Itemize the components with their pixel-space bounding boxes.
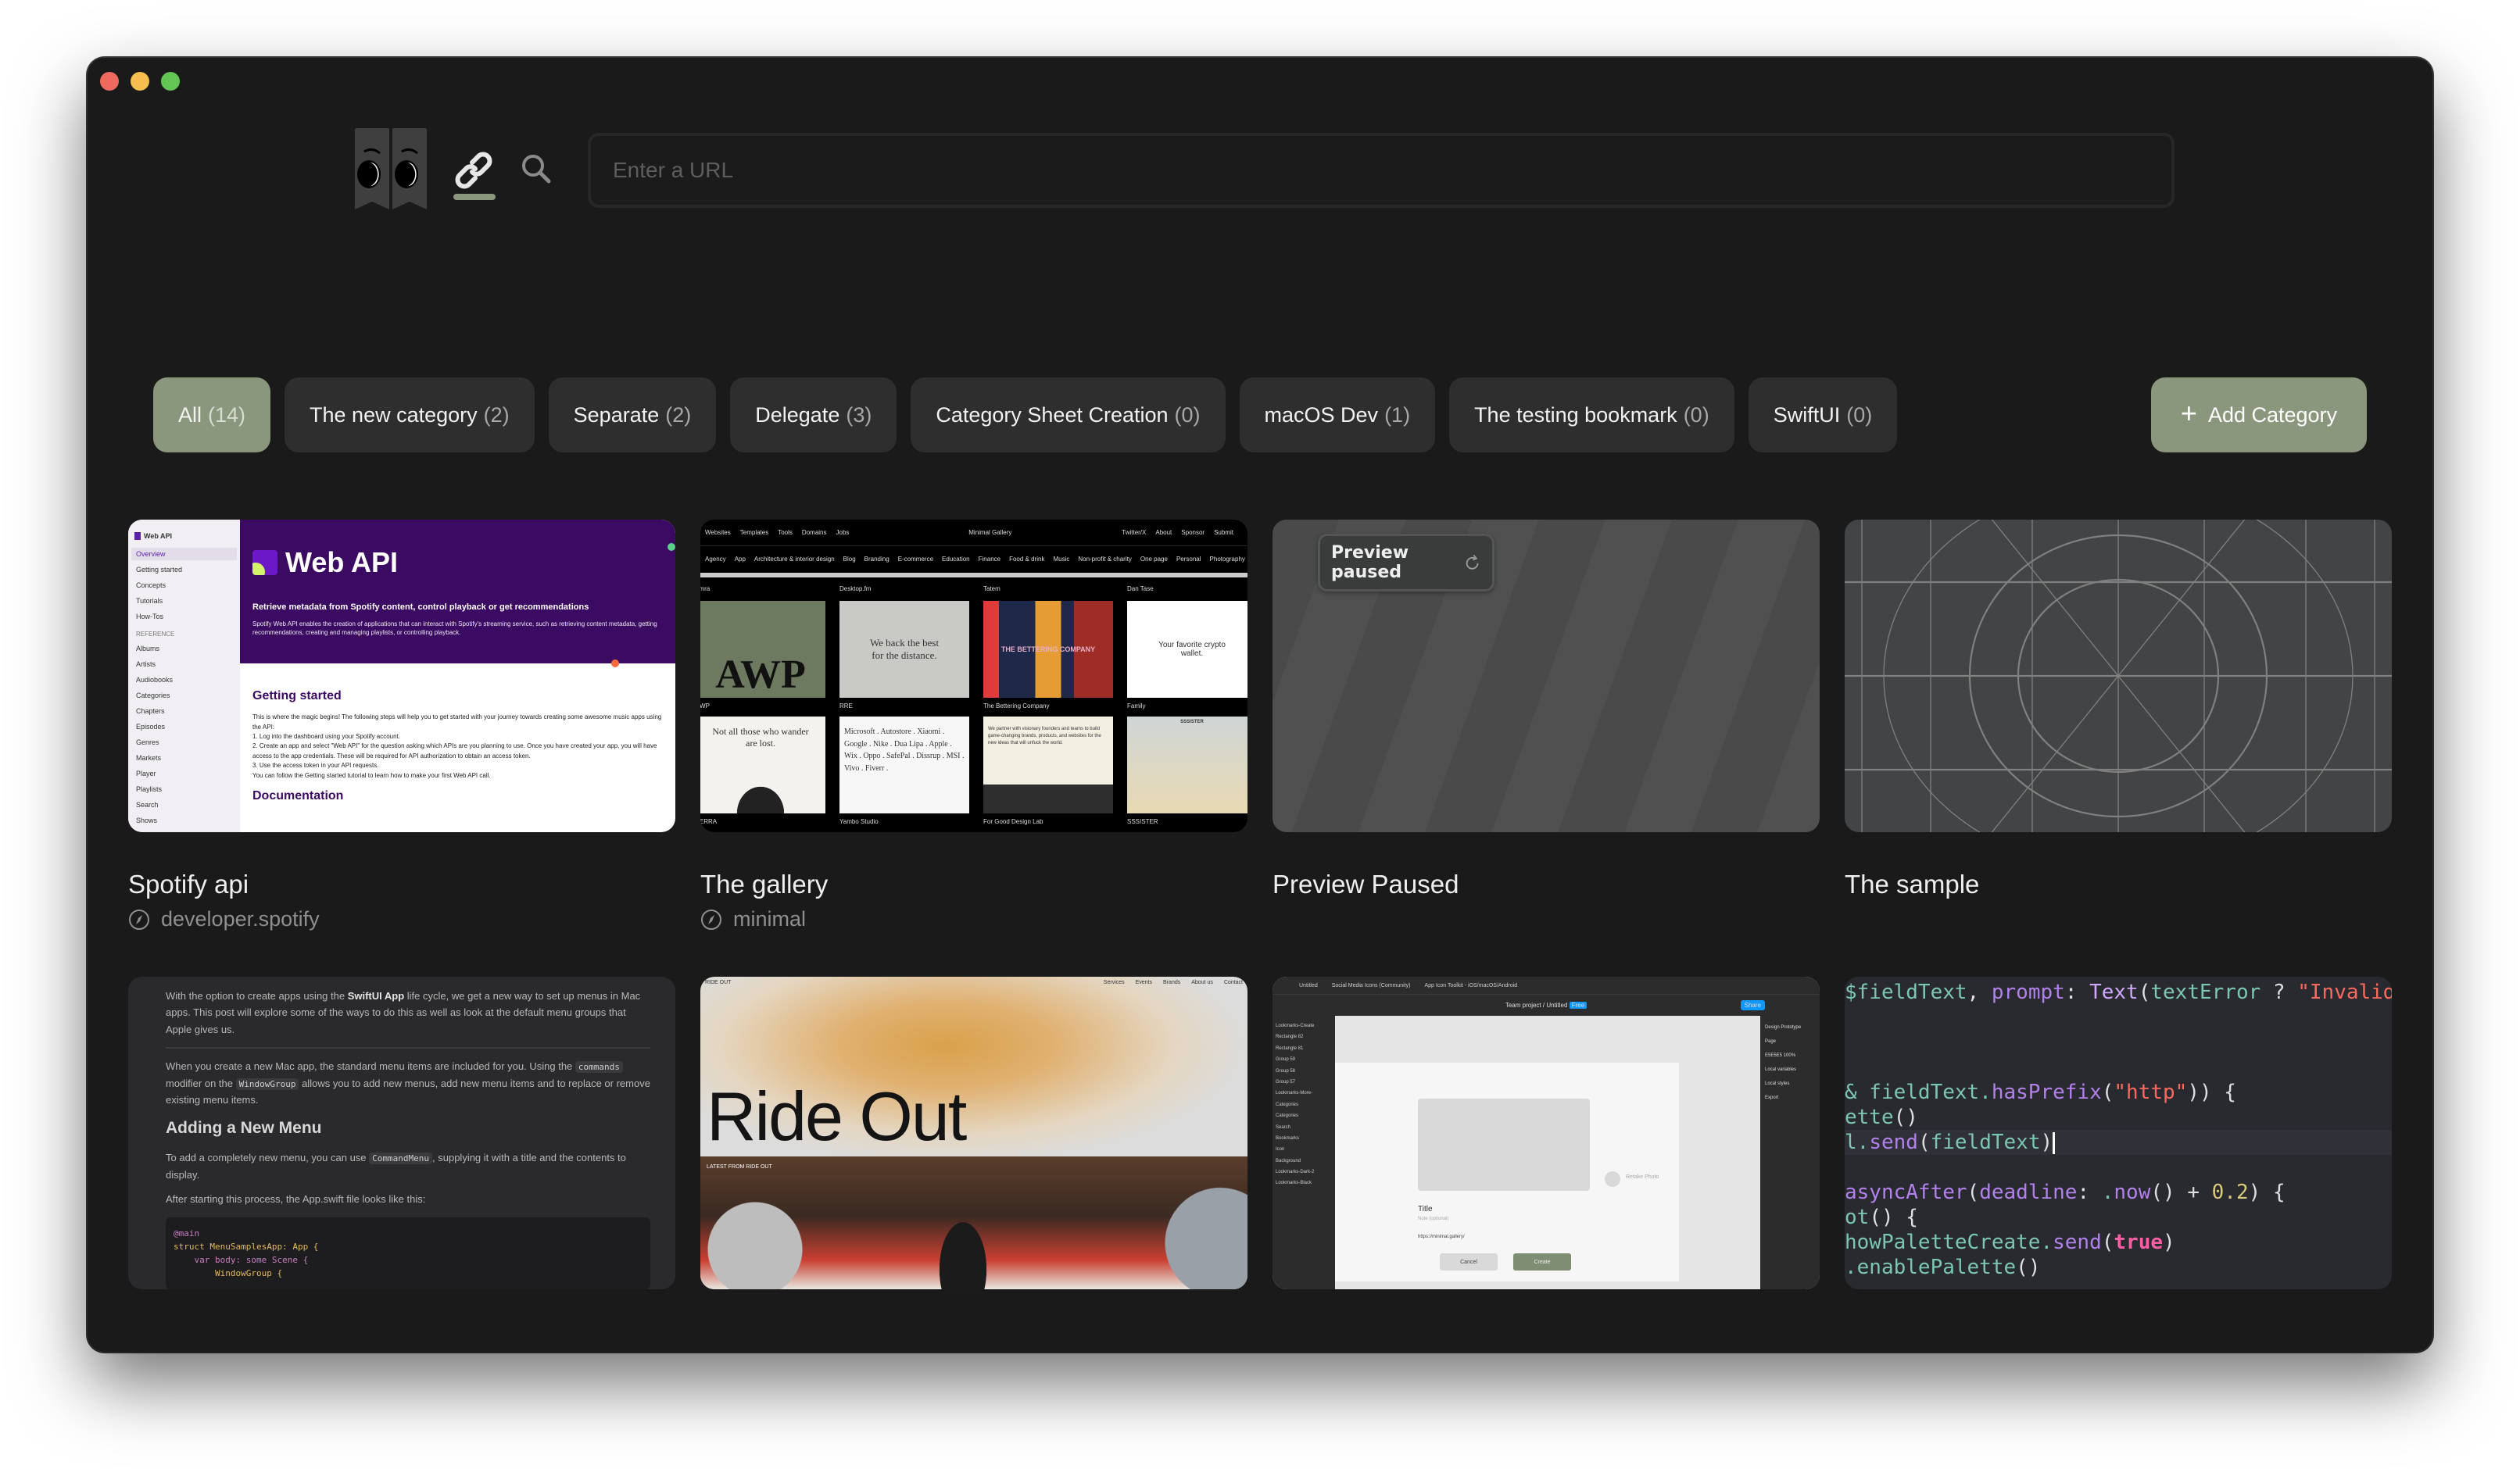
- preview-paused-banner: Preview paused: [1318, 534, 1494, 592]
- preview-headline: Ride Out: [707, 1078, 967, 1155]
- bookmark-preview[interactable]: Preview paused: [1273, 520, 1820, 832]
- bookmark-preview[interactable]: [1845, 520, 2392, 832]
- code-line: ette(): [1845, 1106, 1918, 1129]
- chip-count: (0): [1683, 402, 1709, 427]
- url-input[interactable]: [613, 158, 2171, 183]
- bookmark-preview[interactable]: Web API Overview Getting started Concept…: [128, 520, 675, 832]
- bookmark-card[interactable]: Websites Templates Tools Domains Jobs Minima…: [700, 520, 1247, 931]
- category-chip-delegate[interactable]: Delegate (3): [730, 377, 897, 452]
- code-line: l.send(fieldText): [1845, 1130, 2392, 1155]
- chip-count: (0): [1174, 402, 1201, 427]
- bookmark-card[interactable]: Web API Overview Getting started Concept…: [128, 520, 675, 931]
- category-chip-all[interactable]: All (14): [153, 377, 271, 452]
- minimize-window-button[interactable]: [131, 72, 149, 91]
- chip-label: macOS Dev: [1264, 402, 1379, 427]
- chip-label: Separate: [573, 402, 660, 427]
- text-cursor: [2053, 1131, 2056, 1154]
- chip-count: (3): [846, 402, 872, 427]
- link-icon[interactable]: [452, 148, 496, 195]
- chip-count: (2): [483, 402, 510, 427]
- chip-label: All: [178, 402, 202, 427]
- chip-label: SwiftUI: [1773, 402, 1841, 427]
- category-chip-swiftui[interactable]: SwiftUI (0): [1748, 377, 1898, 452]
- bookmark-title: The gallery: [700, 870, 829, 899]
- chip-count: (0): [1846, 402, 1873, 427]
- icon-grid-template-placeholder: [1845, 520, 2392, 832]
- plus-icon: +: [2180, 397, 2197, 429]
- bookmark-title: Spotify api: [128, 870, 249, 899]
- add-category-button[interactable]: + Add Category: [2151, 377, 2367, 452]
- chip-label: The new category: [310, 402, 478, 427]
- reload-icon[interactable]: [1465, 552, 1481, 573]
- category-chip-category-sheet-creation[interactable]: Category Sheet Creation (0): [911, 377, 1226, 452]
- bookmark-title: The sample: [1845, 870, 1980, 899]
- url-field[interactable]: [588, 133, 2175, 208]
- bookmark-card[interactable]: The sample: [1845, 520, 2392, 899]
- preview-nav: RIDE OUT Services Events Brands About us Con…: [705, 980, 1243, 985]
- bookmark-preview[interactable]: $fieldText, prompt: Text(textError ? "In…: [1845, 977, 2392, 1289]
- preview-sidebar: Web API Overview Getting started Concept…: [128, 520, 240, 832]
- bookmark-preview[interactable]: RIDE OUT Services Events Brands About us Con…: [700, 977, 1247, 1289]
- compass-icon: [701, 909, 721, 930]
- bookmark-card[interactable]: Preview paused Preview Paused: [1273, 520, 1820, 899]
- bookmark-preview[interactable]: With the option to create apps using the…: [128, 977, 675, 1289]
- preview-hero: Web API Retrieve metadata from Spotify c…: [240, 520, 675, 668]
- code-line: & fieldText.hasPrefix("http")) {: [1845, 1081, 2236, 1104]
- category-chip-separate[interactable]: Separate (2): [548, 377, 717, 452]
- bookmark-source: developer.spotify: [128, 907, 675, 931]
- bookmark-preview[interactable]: Websites Templates Tools Domains Jobs Minima…: [700, 520, 1247, 832]
- preview-grid: AWPAWP We back the best for the distance…: [700, 601, 1247, 832]
- category-bar: All (14) The new category (2) Separate (2) …: [153, 377, 1898, 452]
- category-chip-the-new-category[interactable]: The new category (2): [285, 377, 535, 452]
- preview-body: Getting started This is where the magic …: [252, 689, 662, 802]
- preview-filters: Agency App Architecture & interior design B…: [705, 556, 1245, 563]
- bookmark-preview[interactable]: Untitled Social Media Icons (Community) Ap…: [1273, 977, 1820, 1289]
- code-line: asyncAfter(deadline: .now() + 0.2) {: [1845, 1181, 2286, 1204]
- window-controls: [100, 72, 180, 91]
- eyes-bookmark-logo: [355, 128, 427, 209]
- app-window: All(14) The new category(2) Separate(2) …: [88, 58, 2432, 1352]
- chip-label: Delegate: [755, 402, 840, 427]
- code-line: howPaletteCreate.send(true): [1845, 1231, 2175, 1254]
- search-icon[interactable]: [521, 153, 552, 184]
- chip-count: (14): [208, 402, 246, 427]
- chip-count: (2): [665, 402, 692, 427]
- maximize-window-button[interactable]: [161, 72, 180, 91]
- bookmark-card[interactable]: With the option to create apps using the…: [128, 977, 675, 1289]
- preview-photo: LATEST FROM RIDE OUT: [700, 1156, 1247, 1289]
- bookmark-card[interactable]: Untitled Social Media Icons (Community) Ap…: [1273, 977, 1820, 1289]
- code-line: ot() {: [1845, 1206, 1918, 1229]
- chip-count: (1): [1384, 402, 1411, 427]
- chip-label: The testing bookmark: [1474, 402, 1677, 427]
- add-category-label: Add Category: [2207, 402, 2338, 427]
- category-chip-the-testing-bookmark[interactable]: The testing bookmark (0): [1449, 377, 1734, 452]
- active-tab-indicator: [453, 194, 496, 200]
- bookmark-card[interactable]: RIDE OUT Services Events Brands About us Con…: [700, 977, 1247, 1289]
- compass-icon: [129, 909, 149, 930]
- close-window-button[interactable]: [100, 72, 119, 91]
- code-line: .enablePalette(): [1845, 1256, 2041, 1279]
- bookmark-card[interactable]: $fieldText, prompt: Text(textError ? "In…: [1845, 977, 2392, 1289]
- code-line: $fieldText, prompt: Text(textError ? "In…: [1845, 981, 2392, 1004]
- category-chip-macos-dev[interactable]: macOS Dev (1): [1239, 377, 1436, 452]
- preview-nav: Websites Templates Tools Domains Jobs Minima…: [700, 520, 1247, 546]
- bookmark-source: minimal: [700, 907, 1247, 931]
- chip-label: Category Sheet Creation: [936, 402, 1169, 427]
- bookmark-title: Preview Paused: [1273, 870, 1459, 899]
